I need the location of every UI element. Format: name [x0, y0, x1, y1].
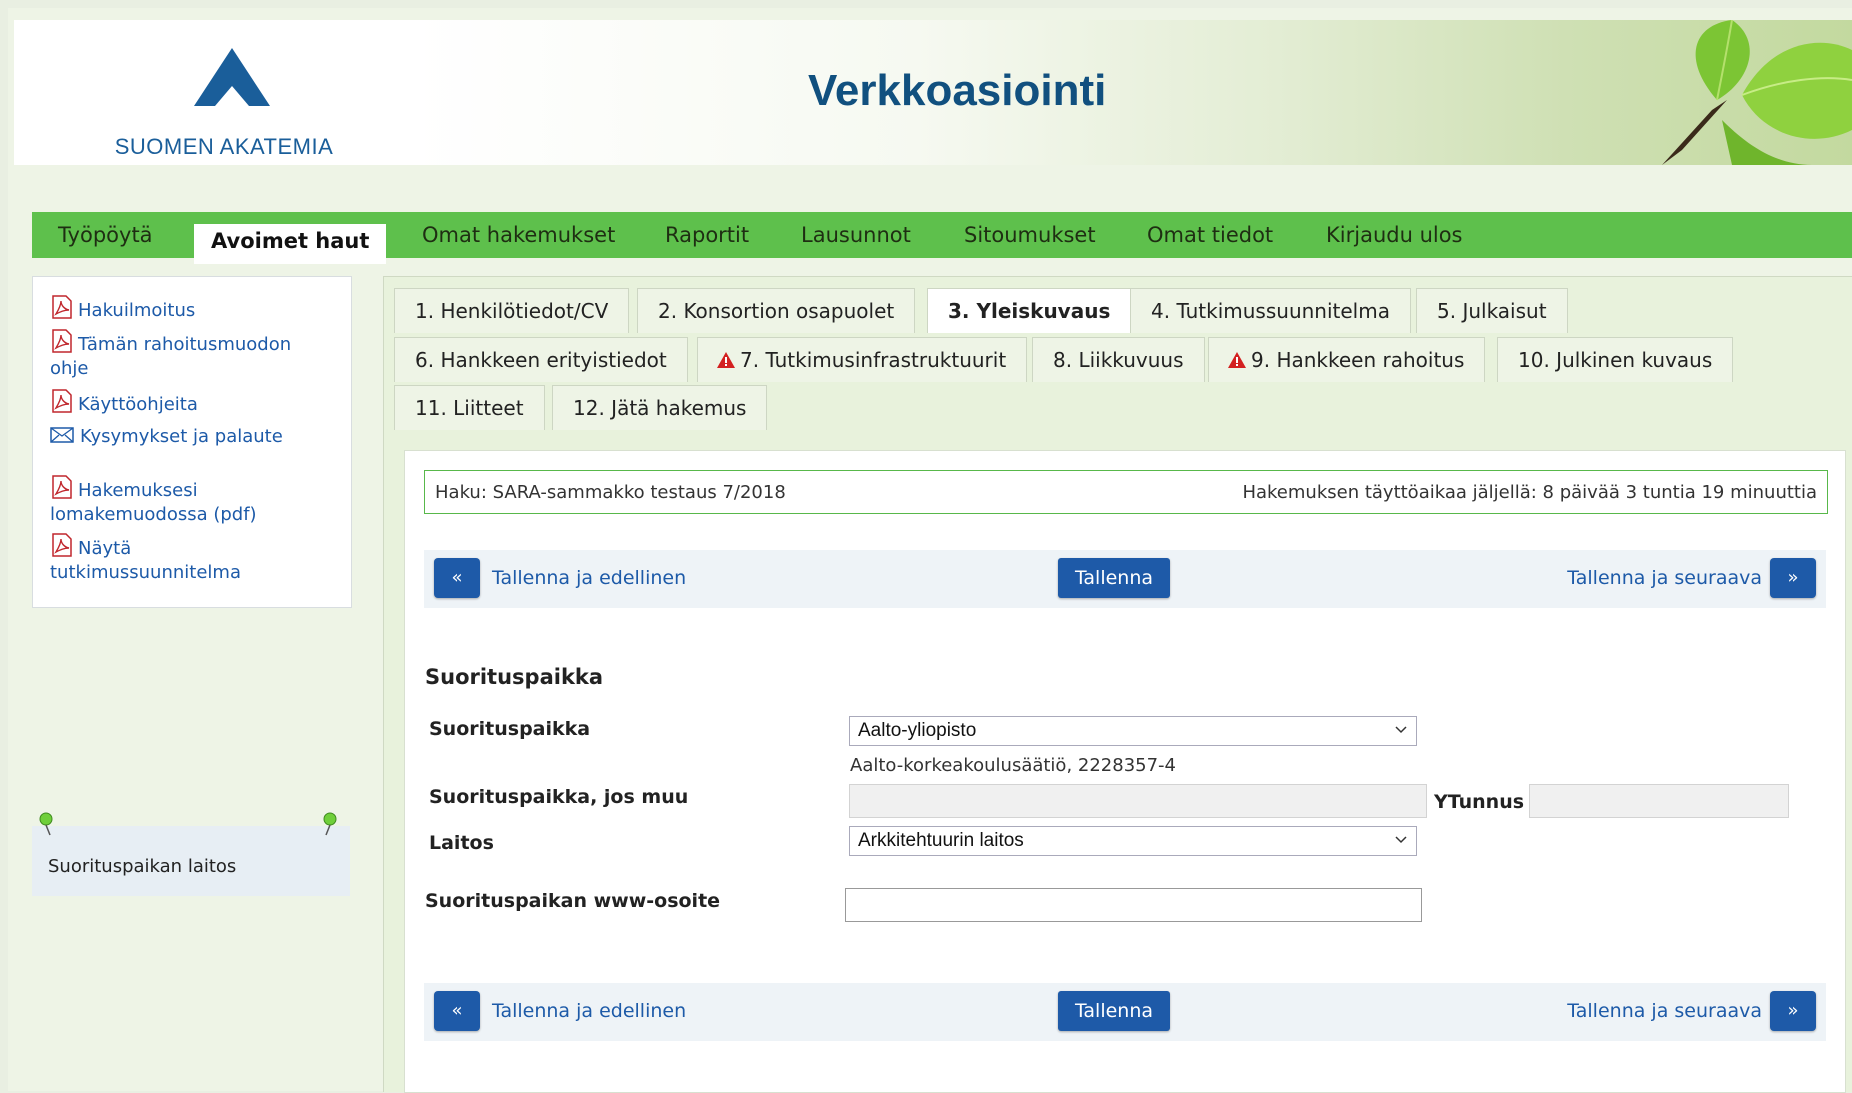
- bottom-button-bar: « Tallenna ja edellinen Tallenna Tallenn…: [424, 983, 1826, 1041]
- pdf-icon: [52, 295, 72, 319]
- prev-arrow-button[interactable]: «: [434, 991, 480, 1031]
- save-and-previous-link[interactable]: Tallenna ja edellinen: [492, 567, 686, 589]
- suorituspaikka-muu-input[interactable]: [849, 784, 1427, 818]
- top-button-bar: « Tallenna ja edellinen Tallenna Tallenn…: [424, 550, 1826, 608]
- pdf-icon: [52, 389, 72, 413]
- laitos-label: Laitos: [429, 832, 494, 854]
- next-arrow-button[interactable]: »: [1770, 991, 1816, 1031]
- warning-icon: [717, 352, 735, 368]
- nav-item-omat-hakemukset[interactable]: Omat hakemukset: [422, 212, 615, 258]
- pdf-icon: [52, 533, 72, 557]
- main-navigation: Työpöytä Avoimet haut Omat hakemukset Ra…: [32, 212, 1852, 264]
- call-name: Haku: SARA-sammakko testaus 7/2018: [435, 482, 786, 503]
- time-remaining: Hakemuksen täyttöaikaa jäljellä: 8 päivä…: [1242, 482, 1817, 503]
- sidebar-link-hakuilmoitus[interactable]: Hakuilmoitus: [50, 295, 195, 323]
- pdf-icon: [52, 329, 72, 353]
- section-title: Suorituspaikka: [425, 665, 604, 689]
- nav-item-lausunnot[interactable]: Lausunnot: [801, 212, 911, 258]
- sidebar-link-label: Näytä: [78, 538, 132, 559]
- chevron-down-icon: [1395, 726, 1407, 734]
- sidebar-link-kysymykset[interactable]: Kysymykset ja palaute: [50, 425, 283, 449]
- leaf-illustration: [1662, 20, 1852, 165]
- mail-icon: [50, 427, 74, 443]
- www-osoite-label: Suorituspaikan www-osoite: [425, 890, 721, 912]
- tab-henkilotiedot[interactable]: 1. Henkilötiedot/CV: [394, 288, 630, 333]
- sidebar-link-label-line2: ohje: [50, 358, 89, 379]
- suorituspaikka-select[interactable]: Aalto-yliopisto: [849, 716, 1417, 746]
- nav-item-omat-tiedot[interactable]: Omat tiedot: [1147, 212, 1273, 258]
- pin-icon: [39, 812, 53, 836]
- save-button[interactable]: Tallenna: [1058, 558, 1170, 598]
- tab-label: 9. Hankkeen rahoitus: [1251, 348, 1465, 372]
- sidebar-link-label-line2: tutkimussuunnitelma: [50, 562, 241, 583]
- sidebar-link-label: Hakemuksesi: [78, 480, 198, 501]
- tab-tutkimussuunnitelma[interactable]: 4. Tutkimussuunnitelma: [1130, 288, 1411, 333]
- sidebar-link-label-line2: lomakemuodossa (pdf): [50, 504, 257, 525]
- pdf-icon: [52, 475, 72, 499]
- suorituspaikka-label: Suorituspaikka: [429, 718, 591, 740]
- suorituspaikka-selected: Aalto-yliopisto: [858, 720, 977, 741]
- sidebar-link-label: Käyttöohjeita: [78, 394, 198, 415]
- suorituspaikka-muu-label: Suorituspaikka, jos muu: [429, 786, 689, 808]
- www-osoite-input[interactable]: [845, 888, 1422, 922]
- tab-hankkeen-erityistiedot[interactable]: 6. Hankkeen erityistiedot: [394, 337, 688, 382]
- nav-item-sitoumukset[interactable]: Sitoumukset: [964, 212, 1096, 258]
- logo-text: SUOMEN AKATEMIA: [114, 134, 334, 159]
- nav-item-raportit[interactable]: Raportit: [665, 212, 749, 258]
- ytunnus-label: YTunnus: [1434, 791, 1525, 813]
- laitos-selected: Arkkitehtuurin laitos: [858, 830, 1024, 851]
- chevron-down-icon: [1395, 836, 1407, 844]
- nav-item-tyopoyta[interactable]: Työpöytä: [58, 212, 153, 258]
- warning-icon: [1228, 352, 1246, 368]
- next-arrow-button[interactable]: »: [1770, 558, 1816, 598]
- site-header: SUOMEN AKATEMIA Verkkoasiointi: [14, 20, 1852, 165]
- tab-julkinen-kuvaus[interactable]: 10. Julkinen kuvaus: [1497, 337, 1734, 382]
- laitos-select[interactable]: Arkkitehtuurin laitos: [849, 826, 1417, 856]
- sidebar-link-label: Kysymykset ja palaute: [80, 426, 283, 447]
- sidebar-link-label: Hakuilmoitus: [78, 300, 196, 321]
- app-title: Verkkoasiointi: [808, 66, 1107, 115]
- sidebar-link-hakemus-pdf[interactable]: Hakemuksesi lomakemuodossa (pdf): [50, 475, 257, 527]
- prev-arrow-button[interactable]: «: [434, 558, 480, 598]
- logo-triangle-cutout: [215, 86, 249, 106]
- tab-label: 7. Tutkimusinfrastruktuurit: [740, 348, 1007, 372]
- organization-helper-text: Aalto-korkeakoulusäätiö, 2228357-4: [850, 755, 1177, 776]
- tab-julkaisut[interactable]: 5. Julkaisut: [1416, 288, 1568, 333]
- ytunnus-input[interactable]: [1529, 784, 1789, 818]
- tab-hankkeen-rahoitus[interactable]: 9. Hankkeen rahoitus: [1208, 337, 1486, 382]
- sidebar-link-kayttoohjeita[interactable]: Käyttöohjeita: [50, 389, 198, 417]
- tab-liikkuvuus[interactable]: 8. Liikkuvuus: [1032, 337, 1205, 382]
- sidebar-links: Hakuilmoitus Tämän rahoitusmuodon ohje K…: [32, 276, 352, 608]
- nav-item-avoimet-haut[interactable]: Avoimet haut: [194, 224, 387, 264]
- sidebar-link-label: Tämän rahoitusmuodon: [78, 334, 292, 355]
- tab-tutkimusinfrastruktuurit[interactable]: 7. Tutkimusinfrastruktuurit: [697, 337, 1028, 382]
- help-note-text: Suorituspaikan laitos: [48, 856, 237, 877]
- suomen-akatemia-logo[interactable]: SUOMEN AKATEMIA: [94, 48, 354, 159]
- tab-konsortion-osapuolet[interactable]: 2. Konsortion osapuolet: [637, 288, 916, 333]
- tab-liitteet[interactable]: 11. Liitteet: [394, 385, 545, 430]
- save-and-next-link[interactable]: Tallenna ja seuraava: [1567, 1000, 1762, 1022]
- tab-yleiskuvaus[interactable]: 3. Yleiskuvaus: [927, 288, 1132, 333]
- call-info-box: Haku: SARA-sammakko testaus 7/2018 Hakem…: [424, 470, 1828, 514]
- tab-jata-hakemus[interactable]: 12. Jätä hakemus: [552, 385, 768, 430]
- pin-icon: [323, 812, 337, 836]
- help-note: Suorituspaikan laitos: [32, 812, 350, 896]
- nav-item-kirjaudu-ulos[interactable]: Kirjaudu ulos: [1326, 212, 1463, 258]
- sidebar-link-nayta-tutkimussuunnitelma[interactable]: Näytä tutkimussuunnitelma: [50, 533, 241, 585]
- sidebar-link-rahoitusmuodon-ohje[interactable]: Tämän rahoitusmuodon ohje: [50, 329, 291, 381]
- save-button[interactable]: Tallenna: [1058, 991, 1170, 1031]
- save-and-previous-link[interactable]: Tallenna ja edellinen: [492, 1000, 686, 1022]
- save-and-next-link[interactable]: Tallenna ja seuraava: [1567, 567, 1762, 589]
